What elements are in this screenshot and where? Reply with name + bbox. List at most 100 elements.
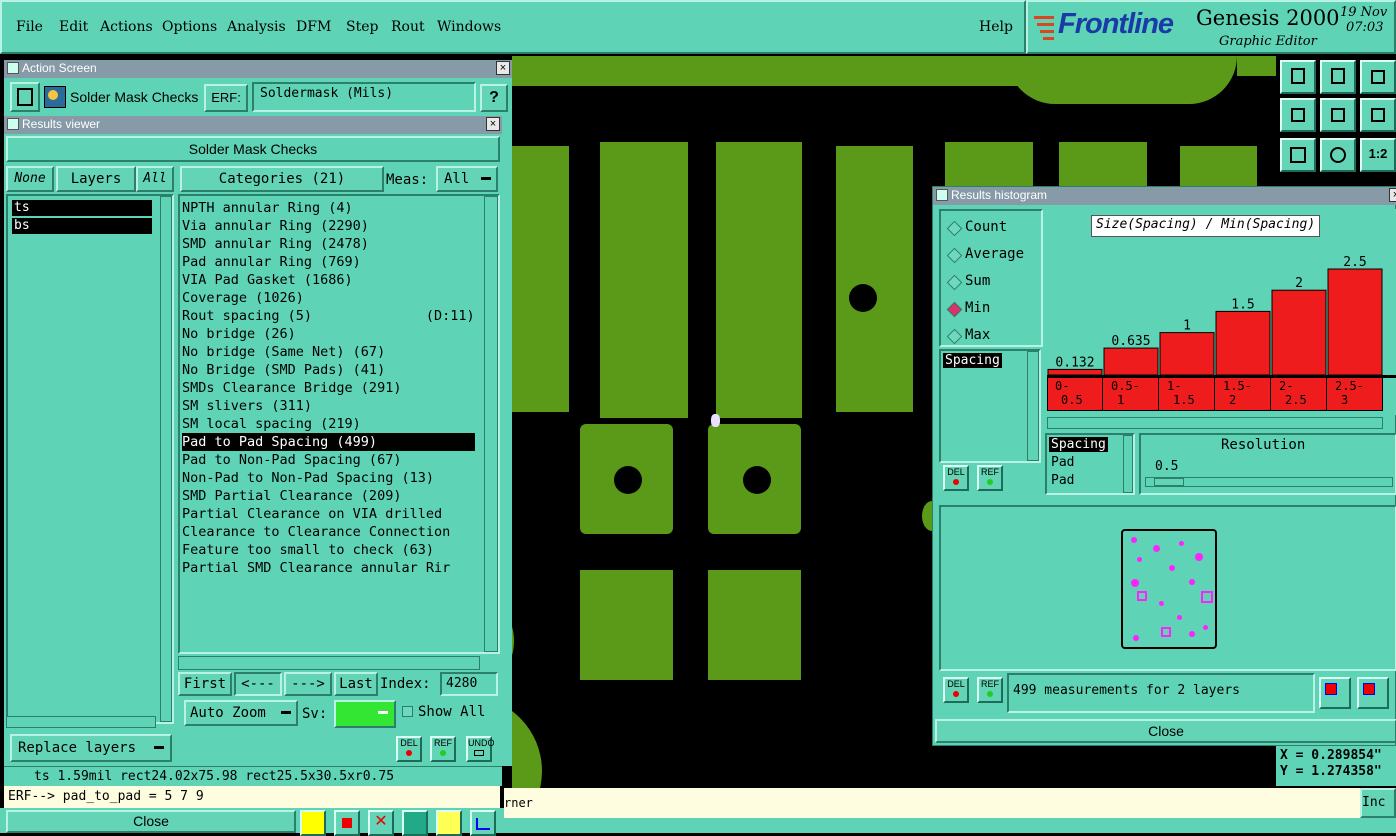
chart-icon[interactable] (470, 810, 496, 836)
categories-button[interactable]: Categories (21) (180, 166, 384, 192)
erf-value-field[interactable]: Soldermask (Mils) (252, 82, 476, 112)
category-item-selected[interactable]: Pad to Pad Spacing (499) (182, 433, 475, 451)
zoom-in-icon[interactable] (1320, 60, 1356, 94)
close-icon[interactable]: × (486, 117, 500, 131)
label-item[interactable]: Spacing (1049, 437, 1108, 452)
category-item[interactable]: Pad annular Ring (769) (182, 253, 361, 271)
layers-list[interactable]: ts bs (6, 194, 174, 724)
resolution-slider[interactable] (1145, 477, 1393, 487)
export-icon[interactable] (1319, 677, 1351, 709)
category-item[interactable]: No Bridge (SMD Pads) (41) (182, 361, 385, 379)
layer-item[interactable]: bs (12, 218, 152, 234)
menu-help[interactable]: Help (979, 19, 1013, 35)
category-item[interactable]: Partial SMD Clearance annular Rir (182, 559, 476, 577)
menu-step[interactable]: Step (346, 19, 378, 35)
pan-right-icon[interactable] (1320, 98, 1356, 132)
menu-windows[interactable]: Windows (437, 19, 501, 35)
window-menu-icon[interactable] (7, 118, 19, 130)
all-layers-button[interactable]: All (136, 166, 174, 192)
del-icon[interactable]: DEL (943, 677, 969, 703)
meas-select[interactable]: All (436, 166, 498, 192)
category-item[interactable]: VIA Pad Gasket (1686) (182, 271, 353, 289)
category-item[interactable]: Partial Clearance on VIA drilled (182, 505, 476, 523)
fit-icon[interactable] (1280, 138, 1316, 172)
ref-icon[interactable]: REF (430, 736, 456, 762)
close-icon[interactable]: × (496, 61, 510, 75)
measure-item[interactable]: Spacing (943, 353, 1002, 368)
layers-hscrollbar[interactable] (6, 716, 156, 728)
label-scrollbar[interactable] (1123, 435, 1133, 493)
layer-item[interactable]: ts (12, 200, 152, 216)
categories-scrollbar[interactable] (484, 196, 498, 652)
close-icon[interactable]: × (1389, 188, 1396, 202)
min-radio[interactable] (946, 301, 963, 318)
tool-icon[interactable] (334, 810, 360, 836)
next-button[interactable]: ---> (284, 672, 332, 696)
last-button[interactable]: Last (334, 672, 378, 696)
sv-color-select[interactable] (334, 700, 396, 728)
erf-button[interactable]: ERF: (204, 84, 248, 112)
category-item[interactable]: SMDs Clearance Bridge (291) (182, 379, 401, 397)
category-item[interactable]: SMD Partial Clearance (209) (182, 487, 401, 505)
tool-icon[interactable]: ✕ (368, 810, 394, 836)
prev-button[interactable]: <--- (234, 672, 282, 696)
show-all-checkbox[interactable] (402, 706, 413, 717)
category-item[interactable]: Coverage (1026) (182, 289, 304, 307)
menu-dfm[interactable]: DFM (296, 19, 331, 35)
menu-actions[interactable]: Actions (100, 19, 153, 35)
menu-edit[interactable]: Edit (59, 19, 88, 35)
ref-icon[interactable]: REF (977, 677, 1003, 703)
ref-icon[interactable]: REF (977, 465, 1003, 491)
del-icon[interactable]: DEL (943, 465, 969, 491)
help-button[interactable]: ? (480, 84, 508, 112)
category-item[interactable]: SM local spacing (219) (182, 415, 361, 433)
undo-icon[interactable]: UNDO (466, 736, 495, 762)
label-item[interactable]: Pad (1049, 455, 1076, 470)
histogram-close-button[interactable]: Close (935, 719, 1396, 743)
categories-hscrollbar[interactable] (178, 656, 480, 670)
category-item[interactable]: NPTH annular Ring (4) (182, 199, 353, 217)
count-radio[interactable] (946, 220, 963, 237)
scale-1-2-button[interactable]: 1:2 (1360, 138, 1396, 172)
label-item[interactable]: Pad (1049, 473, 1076, 488)
category-item[interactable]: SMD annular Ring (2478) (182, 235, 369, 253)
window-menu-icon[interactable] (7, 62, 19, 74)
home-icon[interactable] (1360, 60, 1396, 94)
category-item[interactable]: Feature too small to check (63) (182, 541, 434, 559)
category-item[interactable]: Via annular Ring (2290) (182, 217, 369, 235)
none-button[interactable]: None (6, 166, 54, 192)
layers-scrollbar[interactable] (160, 196, 172, 722)
slider-thumb[interactable] (1154, 478, 1184, 486)
category-item[interactable]: Non-Pad to Non-Pad Spacing (13) (182, 469, 434, 487)
category-item[interactable]: Rout spacing (5) (D:11) (182, 307, 475, 325)
report-icon[interactable] (1357, 677, 1389, 709)
location-map[interactable] (939, 505, 1396, 671)
del-icon[interactable]: DEL (396, 736, 422, 762)
layers-button[interactable]: Layers (56, 166, 136, 192)
auto-zoom-select[interactable]: Auto Zoom (184, 700, 298, 726)
measure-scrollbar[interactable] (1027, 351, 1039, 461)
menu-rout[interactable]: Rout (391, 19, 425, 35)
replace-layers-select[interactable]: Replace layers (10, 734, 172, 762)
close-button[interactable]: Close (6, 810, 296, 833)
label-list[interactable]: Spacing Pad Pad (1045, 433, 1135, 495)
menu-options[interactable]: Options (162, 19, 217, 35)
measure-list[interactable]: Spacing (939, 349, 1041, 463)
tool-icon[interactable] (300, 810, 326, 836)
center-icon[interactable] (1320, 138, 1356, 172)
first-button[interactable]: First (178, 672, 232, 696)
category-item[interactable]: Pad to Non-Pad Spacing (67) (182, 451, 401, 469)
bin-hscrollbar[interactable] (1047, 417, 1383, 429)
category-item[interactable]: Clearance to Clearance Connection (182, 523, 476, 541)
sum-radio[interactable] (946, 274, 963, 291)
action-list-icon[interactable] (10, 82, 40, 112)
inc-button[interactable]: Inc (1360, 788, 1396, 818)
tool-icon[interactable] (436, 810, 462, 836)
redraw-icon[interactable] (1360, 98, 1396, 132)
menu-file[interactable]: File (16, 19, 43, 35)
index-field[interactable]: 4280 (440, 672, 498, 696)
menu-analysis[interactable]: Analysis (227, 19, 286, 35)
average-radio[interactable] (946, 247, 963, 264)
max-radio[interactable] (946, 328, 963, 345)
category-item[interactable]: No bridge (26) (182, 325, 296, 343)
